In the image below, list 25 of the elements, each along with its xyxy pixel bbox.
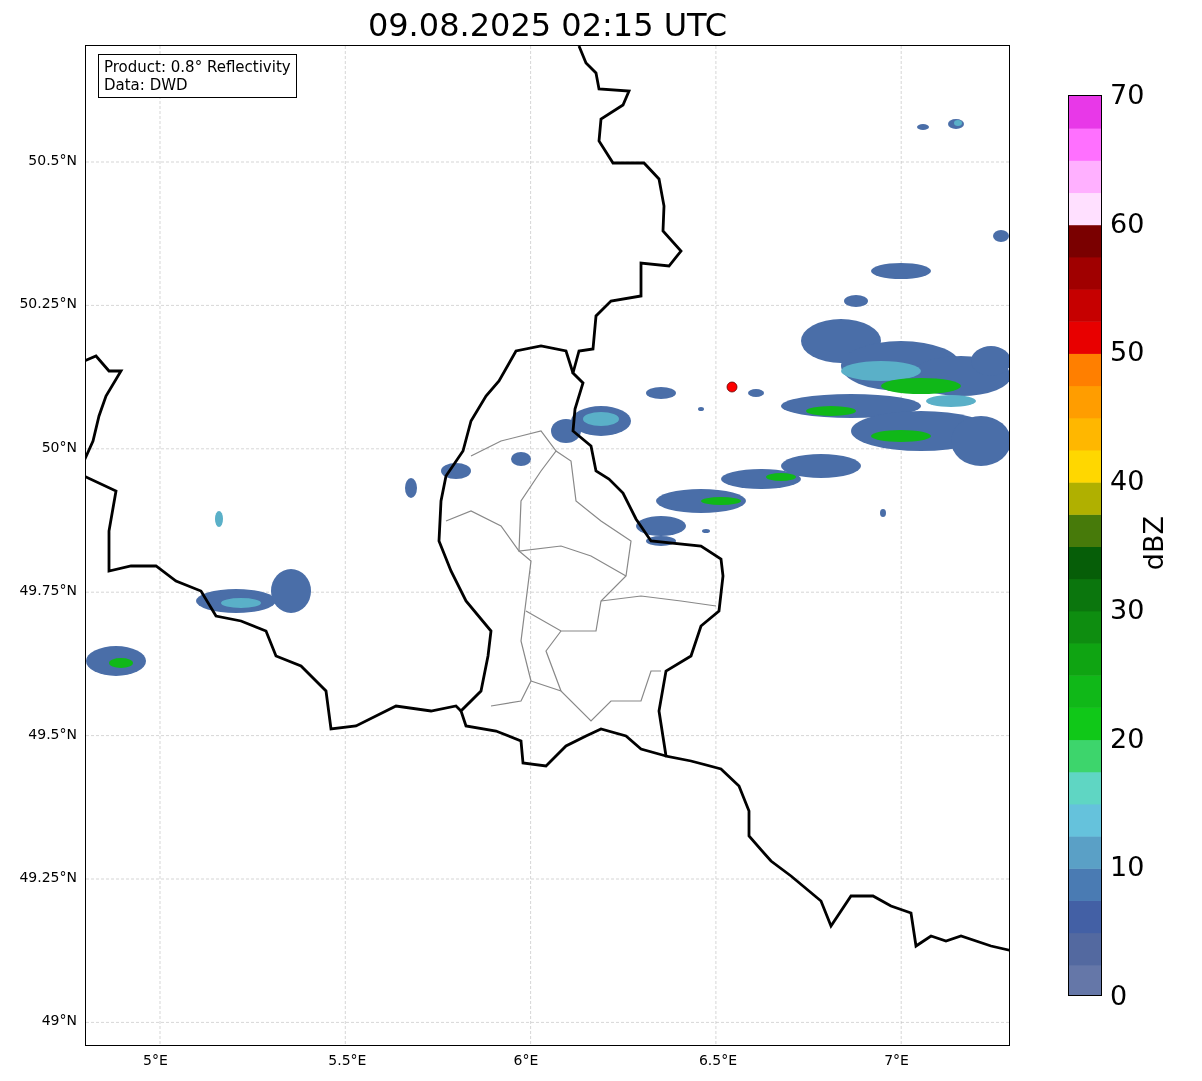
radar-site-marker-icon [726,381,738,393]
latitude-tick-label: 49.5°N [28,725,77,742]
longitude-tick-label: 6.5°E [698,1052,737,1068]
info-text: Data: DWD [104,76,189,94]
colorbar-label: dBZ [1138,515,1169,571]
colorbar-tick-label: 60 [1110,208,1145,239]
latitude-tick-label: 50°N [41,438,77,455]
longitude-tick-label: 6°E [513,1052,539,1068]
info-text: Product: 0.8° Reflectivity [104,58,291,76]
latitude-tick-label: 49°N [41,1012,77,1029]
longitude-tick-label: 7°E [884,1052,909,1068]
chart-title: 09.08.2025 02:15 UTC [367,5,728,45]
colorbar-tick-label: 70 [1110,80,1145,110]
latitude-tick-label: 49.25°N [19,869,77,885]
colorbar-tick-label: 50 [1110,337,1145,368]
colorbar-tick-label: 10 [1110,852,1145,883]
latitude-tick-label: 49.75°N [19,582,77,599]
latitude-tick-label: 50.25°N [19,295,77,312]
colorbar-tick-label: 40 [1110,466,1145,497]
colorbar-tick-label: 20 [1110,723,1145,754]
colorbar-tick-label: 30 [1110,594,1145,625]
latitude-tick-label: 50.5°N [28,152,77,168]
longitude-tick-label: 5.5°E [328,1052,367,1068]
colorbar-tick-label: 0 [1110,981,1128,1011]
longitude-tick-label: 5°E [143,1052,168,1068]
